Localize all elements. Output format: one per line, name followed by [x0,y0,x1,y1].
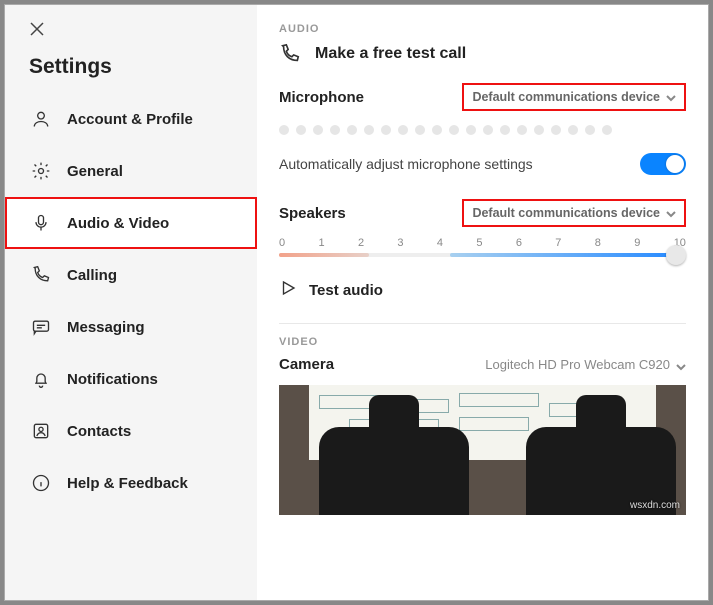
settings-window: Settings Account & Profile General Audio… [4,4,709,601]
sidebar-nav: Account & Profile General Audio & Video … [5,93,257,509]
speaker-volume-slider[interactable]: 012345678910 [279,237,686,259]
camera-dropdown[interactable]: Logitech HD Pro Webcam C920 [485,357,686,372]
play-icon [279,279,297,301]
sidebar-item-calling[interactable]: Calling [5,249,257,301]
slider-ticks: 012345678910 [279,237,686,249]
speakers-device: Default communications device [472,206,660,220]
speakers-label: Speakers [279,205,346,222]
sidebar-item-messaging[interactable]: Messaging [5,301,257,353]
sidebar-item-notifications[interactable]: Notifications [5,353,257,405]
sidebar-item-label: Messaging [67,319,145,336]
info-icon [31,473,51,493]
auto-adjust-label: Automatically adjust microphone settings [279,156,533,172]
speakers-dropdown[interactable]: Default communications device [462,199,686,227]
sidebar-item-label: Notifications [67,371,158,388]
main-panel: AUDIO Make a free test call Microphone D… [257,5,708,600]
sidebar-item-label: Account & Profile [67,111,193,128]
contacts-icon [31,421,51,441]
divider [279,323,686,324]
chevron-down-icon [666,92,676,102]
microphone-device: Default communications device [472,90,660,104]
test-audio-label: Test audio [309,282,383,299]
speakers-row: Speakers Default communications device [279,199,686,227]
sidebar-item-label: Help & Feedback [67,475,188,492]
sidebar-item-label: General [67,163,123,180]
camera-label: Camera [279,356,334,373]
close-icon [29,21,45,37]
audio-section-label: AUDIO [279,23,686,35]
auto-adjust-toggle[interactable] [640,153,686,175]
microphone-dropdown[interactable]: Default communications device [462,83,686,111]
close-button[interactable] [21,13,53,45]
test-call-button[interactable]: Make a free test call [279,43,686,65]
camera-row: Camera Logitech HD Pro Webcam C920 [279,356,686,373]
sidebar-item-label: Contacts [67,423,131,440]
sidebar-item-general[interactable]: General [5,145,257,197]
message-icon [31,317,51,337]
mic-level-meter [279,125,686,135]
chevron-down-icon [666,208,676,218]
camera-device: Logitech HD Pro Webcam C920 [485,357,670,372]
person-icon [31,109,51,129]
sidebar-item-audio-video[interactable]: Audio & Video [5,197,257,249]
settings-title: Settings [5,45,257,93]
camera-preview: wsxdn.com [279,385,686,515]
microphone-row: Microphone Default communications device [279,83,686,111]
sidebar-item-label: Calling [67,267,117,284]
sidebar: Settings Account & Profile General Audio… [5,5,257,600]
microphone-label: Microphone [279,89,364,106]
sidebar-item-account[interactable]: Account & Profile [5,93,257,145]
phone-icon [279,43,301,65]
bell-icon [31,369,51,389]
test-call-label: Make a free test call [315,45,466,63]
slider-thumb[interactable] [666,245,686,265]
sidebar-item-contacts[interactable]: Contacts [5,405,257,457]
microphone-icon [31,213,51,233]
chevron-down-icon [676,360,686,370]
sidebar-item-help[interactable]: Help & Feedback [5,457,257,509]
video-section-label: VIDEO [279,336,686,348]
auto-adjust-row: Automatically adjust microphone settings [279,153,686,175]
sidebar-item-label: Audio & Video [67,215,169,232]
gear-icon [31,161,51,181]
watermark: wsxdn.com [630,500,680,511]
phone-icon [31,265,51,285]
test-audio-button[interactable]: Test audio [279,279,686,301]
